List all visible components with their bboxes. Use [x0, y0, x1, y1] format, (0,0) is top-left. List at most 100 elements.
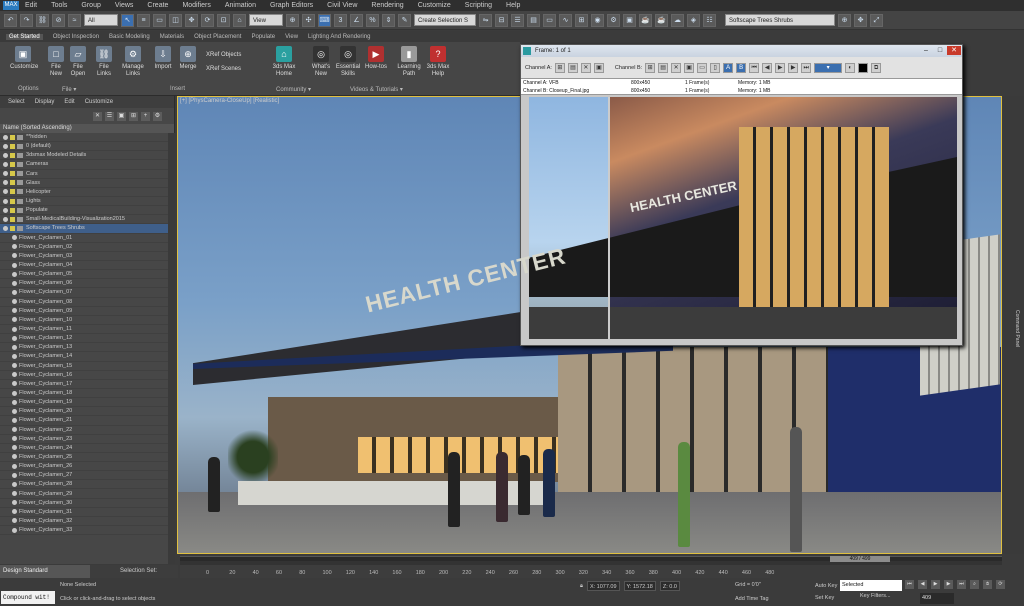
close-icon[interactable]: ✕ [947, 46, 961, 55]
object-row[interactable]: Flower_Cyclamen_12 [0, 334, 168, 344]
viewport-label[interactable]: [+] [PhysCamera-CloseUp] [Realistic] [180, 98, 279, 104]
ab-compare-divider[interactable] [608, 97, 610, 339]
keyboard-shortcut-override-icon[interactable]: ⌨ [318, 13, 331, 27]
time-slider[interactable]: 409 / 499 [180, 556, 1002, 565]
object-row[interactable]: Flower_Cyclamen_24 [0, 444, 168, 453]
eye-icon[interactable] [12, 317, 17, 323]
merge-button[interactable]: ⊕ Merge [177, 46, 199, 71]
object-row[interactable]: Flower_Cyclamen_31 [0, 508, 168, 517]
menu-help[interactable]: Help [506, 2, 520, 9]
eye-icon[interactable] [12, 390, 17, 396]
xref-objects-button[interactable]: XRef Objects [206, 52, 241, 58]
key-filters-button[interactable]: Key Filters... [860, 593, 891, 599]
se-menu-edit[interactable]: Edit [64, 99, 74, 105]
maximize-icon[interactable]: □ [934, 46, 946, 55]
group-videos-tutorials[interactable]: Videos & Tutorials ▾ [350, 86, 403, 93]
a360-gallery-icon[interactable]: ◈ [687, 13, 700, 27]
eye-icon[interactable] [12, 417, 17, 423]
eye-icon[interactable] [12, 445, 17, 451]
material-editor-icon[interactable]: ◉ [591, 13, 604, 27]
eye-icon[interactable] [12, 363, 17, 369]
pivot-icon[interactable]: ⊕ [286, 13, 299, 27]
lock-icon[interactable]: ▣ [117, 111, 126, 121]
lightbulb-icon[interactable] [10, 143, 15, 149]
lightbulb-icon[interactable] [10, 180, 15, 186]
eye-icon[interactable] [12, 408, 17, 414]
object-row[interactable]: Flower_Cyclamen_32 [0, 517, 168, 527]
select-by-name-icon[interactable]: ≡ [137, 13, 150, 27]
file-open-button[interactable]: ▱ File Open [68, 46, 88, 78]
channel-a-load-icon[interactable]: ▤ [567, 62, 578, 73]
se-menu-customize[interactable]: Customize [85, 99, 113, 105]
undo-icon[interactable]: ↶ [4, 13, 17, 27]
3ds-max-help-button[interactable]: ? 3ds Max Help [423, 46, 453, 78]
unlink-icon[interactable]: ⊘ [52, 13, 65, 27]
align-icon[interactable]: ⊟ [495, 13, 508, 27]
frame-buffer-image[interactable]: HEALTH CENTER [529, 97, 957, 339]
eye-icon[interactable] [3, 161, 8, 167]
x-coordinate[interactable]: X: 1077.09 [586, 581, 620, 591]
object-row[interactable]: Flower_Cyclamen_22 [0, 426, 168, 435]
eye-icon[interactable] [12, 518, 17, 524]
object-row[interactable]: Flower_Cyclamen_17 [0, 380, 168, 389]
object-row[interactable]: Flower_Cyclamen_08 [0, 298, 168, 307]
eye-icon[interactable] [12, 289, 17, 295]
play-icon[interactable]: ▶ [931, 580, 940, 589]
object-row[interactable]: Flower_Cyclamen_13 [0, 343, 168, 353]
eye-icon[interactable] [12, 271, 17, 277]
placement-icon[interactable]: ⌂ [233, 13, 246, 27]
object-row[interactable]: Flower_Cyclamen_19 [0, 398, 168, 408]
previous-frame-icon[interactable]: ◀ [918, 580, 927, 589]
channel-b-row[interactable]: Channel B: Closeup_Final.jpg 800x450 1 F… [523, 87, 953, 95]
eye-icon[interactable] [12, 253, 17, 259]
eye-icon[interactable] [12, 235, 17, 241]
tab-view[interactable]: View [285, 34, 298, 40]
eye-icon[interactable] [12, 491, 17, 497]
object-row[interactable]: Flower_Cyclamen_05 [0, 270, 168, 280]
settings-icon[interactable]: ⚙ [153, 111, 162, 121]
lightbulb-icon[interactable] [10, 152, 15, 158]
menu-views[interactable]: Views [115, 2, 134, 9]
render-iterative-icon[interactable]: ☕ [655, 13, 668, 27]
menu-customize[interactable]: Customize [418, 2, 451, 9]
object-row[interactable]: Flower_Cyclamen_27 [0, 471, 168, 481]
layer-manager-icon[interactable]: ☷ [703, 13, 716, 27]
curve-editor-icon[interactable]: ∿ [559, 13, 572, 27]
hierarchy-icon[interactable]: ⊞ [129, 111, 138, 121]
lightbulb-icon[interactable] [10, 225, 15, 231]
eye-icon[interactable] [3, 180, 8, 186]
app-logo[interactable]: MAX [3, 1, 19, 10]
column-header-name[interactable]: Name (Sorted Ascending) [0, 124, 174, 133]
eye-icon[interactable] [12, 335, 17, 341]
tab-basic-modeling[interactable]: Basic Modeling [109, 34, 150, 40]
move-icon[interactable]: ✥ [185, 13, 198, 27]
compare-a-icon[interactable]: A [723, 62, 734, 73]
split-horizontal-icon[interactable]: ▭ [697, 62, 708, 73]
object-row[interactable]: Flower_Cyclamen_28 [0, 480, 168, 490]
eye-icon[interactable] [12, 399, 17, 405]
how-tos-button[interactable]: ▶ How-tos [362, 46, 390, 71]
frame-buffer-titlebar[interactable]: Frame: 1 of 1 – □ ✕ [521, 45, 962, 57]
object-row[interactable]: Flower_Cyclamen_18 [0, 389, 168, 399]
layer-row[interactable]: 0 (default) [0, 142, 168, 152]
lightbulb-icon[interactable] [10, 171, 15, 177]
channel-b-load-icon[interactable]: ▤ [658, 62, 669, 73]
menu-civil-view[interactable]: Civil View [327, 2, 357, 9]
menu-rendering[interactable]: Rendering [371, 2, 403, 9]
current-frame-field[interactable]: 409 [920, 593, 954, 604]
eye-icon[interactable] [12, 308, 17, 314]
eye-icon[interactable] [12, 262, 17, 268]
object-row[interactable]: Flower_Cyclamen_33 [0, 526, 168, 536]
add-layer-icon[interactable]: + [141, 111, 150, 121]
toggle-scene-explorer-icon[interactable]: ☰ [511, 13, 524, 27]
eye-icon[interactable] [3, 198, 8, 204]
named-selection-sets-dropdown[interactable]: Create Selection S [414, 14, 476, 26]
object-row[interactable]: Flower_Cyclamen_04 [0, 261, 168, 271]
object-row[interactable]: Flower_Cyclamen_03 [0, 252, 168, 261]
layers-icon[interactable]: ☰ [105, 111, 114, 121]
set-current-layer-icon[interactable]: ⤢ [870, 13, 883, 27]
workspace-selector[interactable]: Design Standard [0, 565, 90, 578]
command-panel-tab[interactable]: Command Panel [1014, 310, 1020, 347]
selection-filter-dropdown[interactable]: All [84, 14, 118, 26]
object-row[interactable]: Flower_Cyclamen_02 [0, 243, 168, 252]
